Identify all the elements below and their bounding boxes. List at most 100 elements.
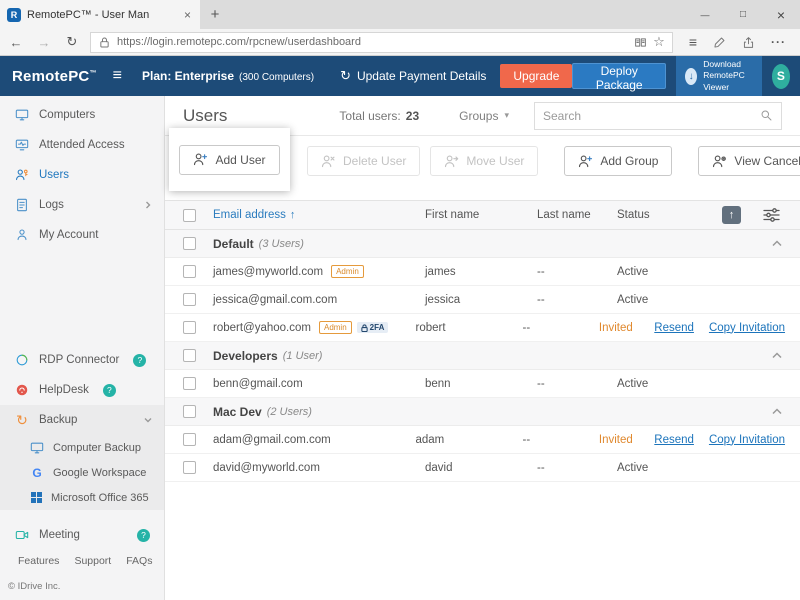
url-text[interactable]: https://login.remotepc.com/rpcnew/userda… bbox=[117, 36, 628, 48]
share-icon[interactable] bbox=[742, 36, 755, 49]
last-name-column-header: Last name bbox=[537, 209, 617, 221]
row-checkbox[interactable] bbox=[183, 265, 196, 278]
refresh-icon[interactable]: ↻ bbox=[62, 34, 82, 50]
add-group-icon bbox=[578, 154, 593, 169]
sidebar-item-backup[interactable]: ↻ Backup bbox=[0, 405, 164, 435]
copy-invitation-link[interactable]: Copy Invitation bbox=[709, 434, 785, 446]
web-note-icon[interactable] bbox=[713, 36, 726, 49]
group-checkbox[interactable] bbox=[183, 405, 196, 418]
move-user-button[interactable]: Move User bbox=[430, 146, 538, 176]
group-name: Developers bbox=[213, 349, 278, 363]
table-row: james@myworld.com Admin james -- Active bbox=[165, 258, 800, 286]
sidebar-item-meeting[interactable]: Meeting ? bbox=[0, 520, 164, 550]
email-cell: robert@yahoo.com Admin 2FA bbox=[213, 321, 416, 334]
backup-section: ↻ Backup Computer Backup G Google Worksp… bbox=[0, 405, 164, 510]
help-icon[interactable]: ? bbox=[133, 354, 146, 367]
browser-addressbar: ← → ↻ https://login.remotepc.com/rpcnew/… bbox=[0, 29, 800, 56]
group-checkbox[interactable] bbox=[183, 237, 196, 250]
search-box bbox=[534, 102, 782, 130]
new-tab-button[interactable]: + bbox=[200, 0, 230, 29]
support-link[interactable]: Support bbox=[74, 555, 111, 567]
app-header: RemotePC™ ≡ Plan: Enterprise (300 Comput… bbox=[0, 56, 800, 96]
forward-icon[interactable]: → bbox=[34, 35, 54, 50]
sidebar-item-label: RDP Connector bbox=[39, 354, 119, 366]
2fa-badge: 2FA bbox=[357, 322, 389, 333]
minimize-button[interactable]: — bbox=[686, 0, 724, 29]
email-cell: jessica@gmail.com.com bbox=[213, 294, 425, 306]
user-avatar[interactable]: S bbox=[772, 64, 790, 89]
sidebar-item-helpdesk[interactable]: HelpDesk ? bbox=[0, 375, 164, 405]
copy-invitation-link[interactable]: Copy Invitation bbox=[709, 322, 785, 334]
group-checkbox[interactable] bbox=[183, 349, 196, 362]
help-icon[interactable]: ? bbox=[137, 529, 150, 542]
view-cancelled-users-button[interactable]: View Cancelled Users bbox=[698, 146, 800, 176]
upload-users-icon[interactable]: ↑ bbox=[722, 206, 741, 224]
sidebar-item-computers[interactable]: Computers bbox=[0, 100, 164, 130]
back-icon[interactable]: ← bbox=[6, 35, 26, 50]
sidebar-item-my-account[interactable]: My Account bbox=[0, 220, 164, 250]
sidebar-item-logs[interactable]: Logs bbox=[0, 190, 164, 220]
sidebar-item-label: Backup bbox=[39, 414, 77, 426]
sidebar-item-google-workspace[interactable]: G Google Workspace bbox=[0, 460, 164, 485]
last-name-cell: -- bbox=[522, 322, 598, 334]
first-name-cell: benn bbox=[425, 378, 537, 390]
table-row: robert@yahoo.com Admin 2FA robert -- Inv… bbox=[165, 314, 800, 342]
sidebar-item-users[interactable]: Users bbox=[0, 160, 164, 190]
filter-icon[interactable] bbox=[763, 207, 780, 223]
logs-icon bbox=[15, 198, 29, 212]
email-cell: david@myworld.com bbox=[213, 462, 425, 474]
row-checkbox[interactable] bbox=[183, 293, 196, 306]
delete-user-button[interactable]: Delete User bbox=[307, 146, 420, 176]
reading-view-icon[interactable] bbox=[634, 36, 647, 49]
groups-dropdown[interactable]: Groups ▾ bbox=[459, 109, 509, 123]
search-icon[interactable] bbox=[760, 109, 773, 122]
sidebar-item-microsoft-office-365[interactable]: Microsoft Office 365 bbox=[0, 485, 164, 510]
close-button[interactable]: × bbox=[762, 0, 800, 29]
hub-icon[interactable]: ≡ bbox=[689, 34, 697, 50]
deploy-package-button[interactable]: Deploy Package bbox=[572, 63, 666, 89]
table-header-icons: ↑ bbox=[722, 206, 800, 224]
email-cell: benn@gmail.com bbox=[213, 378, 425, 390]
browser-tab[interactable]: R RemotePC™ - User Man × bbox=[0, 0, 200, 29]
search-input[interactable] bbox=[543, 109, 760, 123]
plan-name: Plan: Enterprise bbox=[142, 69, 234, 83]
sort-up-icon: ↑ bbox=[290, 209, 296, 221]
status-cell: Active bbox=[617, 294, 705, 306]
sidebar-item-rdp-connector[interactable]: RDP Connector ? bbox=[0, 345, 164, 375]
chevron-right-icon bbox=[144, 201, 152, 209]
more-icon[interactable]: ··· bbox=[771, 35, 786, 49]
resend-link[interactable]: Resend bbox=[654, 322, 694, 334]
row-checkbox[interactable] bbox=[183, 433, 196, 446]
status-cell: Active bbox=[617, 462, 705, 474]
sidebar-item-label: Computer Backup bbox=[53, 442, 141, 454]
hamburger-menu-icon[interactable]: ≡ bbox=[113, 67, 122, 85]
sidebar-item-label: Attended Access bbox=[39, 139, 125, 151]
sidebar-item-attended-access[interactable]: Attended Access bbox=[0, 130, 164, 160]
tab-close-icon[interactable]: × bbox=[182, 8, 193, 22]
first-name-cell: jessica bbox=[425, 294, 537, 306]
add-group-button[interactable]: Add Group bbox=[564, 146, 672, 176]
features-link[interactable]: Features bbox=[18, 555, 59, 567]
sidebar-item-computer-backup[interactable]: Computer Backup bbox=[0, 435, 164, 460]
email-column-header[interactable]: Email address ↑ bbox=[213, 209, 425, 221]
collapse-chevron-icon[interactable] bbox=[772, 408, 800, 415]
faqs-link[interactable]: FAQs bbox=[126, 555, 152, 567]
select-all-checkbox[interactable] bbox=[183, 209, 196, 222]
table-row: david@myworld.com david -- Active bbox=[165, 454, 800, 482]
url-field[interactable]: https://login.remotepc.com/rpcnew/userda… bbox=[90, 32, 673, 53]
collapse-chevron-icon[interactable] bbox=[772, 240, 800, 247]
add-user-button[interactable]: Add User bbox=[179, 145, 279, 175]
maximize-button[interactable]: □ bbox=[724, 0, 762, 29]
row-checkbox[interactable] bbox=[183, 321, 196, 334]
resend-link[interactable]: Resend bbox=[654, 434, 694, 446]
update-payment-link[interactable]: ↻ Update Payment Details bbox=[340, 68, 486, 84]
upgrade-button[interactable]: Upgrade bbox=[500, 64, 572, 88]
help-icon[interactable]: ? bbox=[103, 384, 116, 397]
download-viewer-button[interactable]: ↓ Download RemotePC Viewer bbox=[676, 56, 762, 96]
download-icon: ↓ bbox=[685, 68, 697, 85]
first-name-column-header: First name bbox=[425, 209, 537, 221]
collapse-chevron-icon[interactable] bbox=[772, 352, 800, 359]
favorite-star-icon[interactable]: ☆ bbox=[653, 34, 665, 50]
row-checkbox[interactable] bbox=[183, 377, 196, 390]
row-checkbox[interactable] bbox=[183, 461, 196, 474]
